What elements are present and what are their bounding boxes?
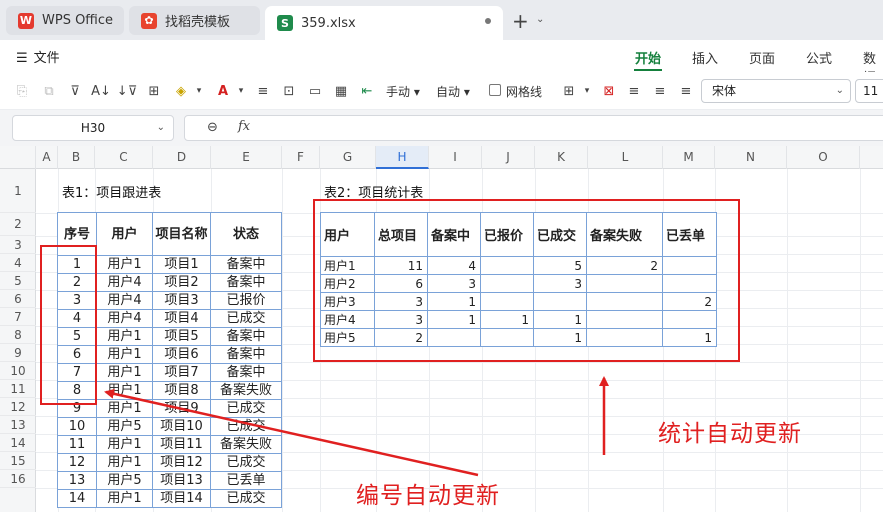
annotation-auto-stats: 统计自动更新 [658, 421, 802, 447]
annotation-auto-number: 编号自动更新 [356, 483, 500, 509]
arrow-to-serial-numbers [104, 388, 479, 477]
